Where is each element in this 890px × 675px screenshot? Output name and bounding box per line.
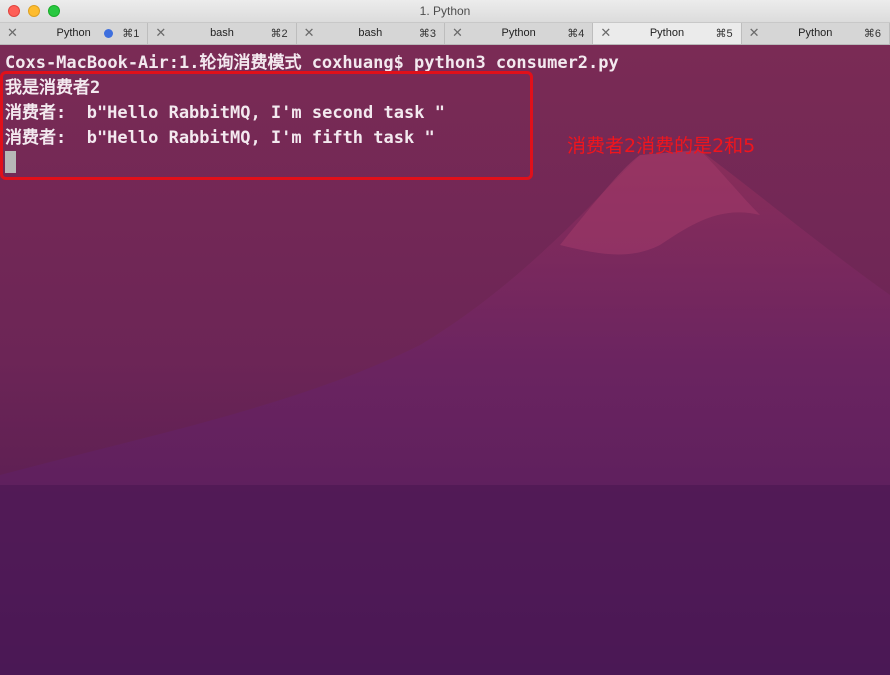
tab-4[interactable]: ✕ Python ⌘4 (445, 23, 594, 44)
activity-dot-icon (104, 29, 113, 38)
tab-3[interactable]: ✕ bash ⌘3 (297, 23, 445, 44)
tab-1[interactable]: ✕ Python ⌘1 (0, 23, 149, 44)
title-bar: 1. Python (0, 0, 890, 23)
tab-shortcut: ⌘4 (567, 28, 585, 40)
tab-6[interactable]: ✕ Python ⌘6 (742, 23, 890, 44)
tab-shortcut: ⌘2 (270, 28, 288, 40)
window-title: 1. Python (419, 4, 471, 18)
tab-shortcut: ⌘1 (122, 28, 140, 40)
highlight-box (0, 71, 533, 180)
tab-shortcut: ⌘6 (863, 28, 881, 40)
terminal-window: 1. Python ✕ Python ⌘1 ✕ bash ⌘2 ✕ bash ⌘… (0, 0, 890, 675)
tab-shortcut: ⌘3 (418, 28, 436, 40)
annotation-text: 消费者2消费的是2和5 (567, 135, 756, 157)
tab-2[interactable]: ✕ bash ⌘2 (148, 23, 297, 44)
tab-bar: ✕ Python ⌘1 ✕ bash ⌘2 ✕ bash ⌘3 ✕ Python… (0, 23, 890, 45)
tab-shortcut: ⌘5 (715, 28, 733, 40)
tab-5[interactable]: ✕ Python ⌘5 (593, 23, 742, 44)
terminal-output-area[interactable]: Coxs-MacBook-Air:1.轮询消费模式 coxhuang$ pyth… (0, 45, 890, 675)
